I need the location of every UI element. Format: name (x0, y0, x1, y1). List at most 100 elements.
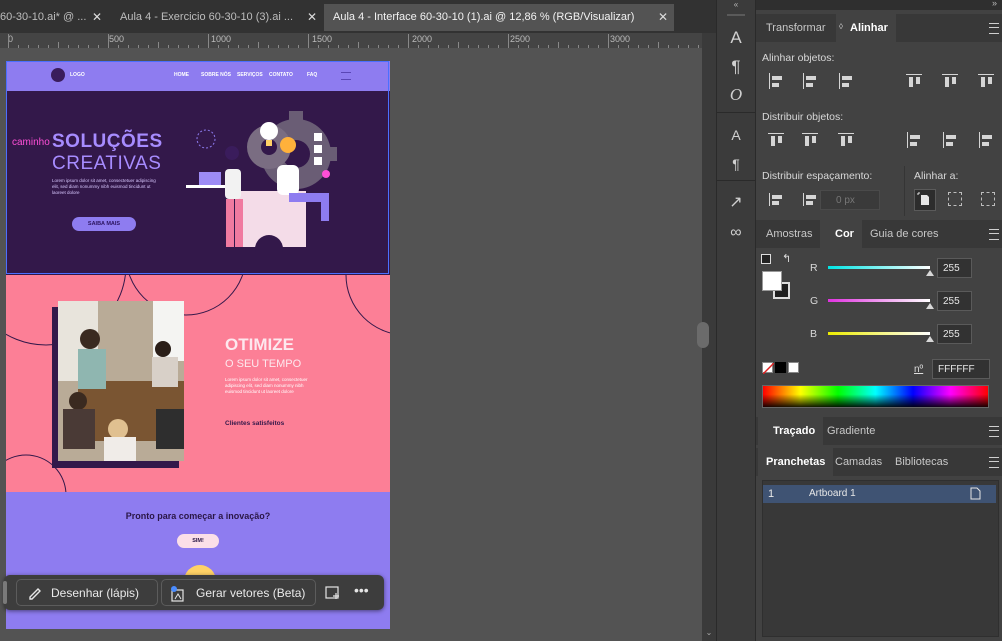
channel-slider[interactable] (828, 332, 930, 335)
distribute-hcenter-icon[interactable] (942, 132, 958, 148)
distribute-hspace-icon[interactable] (802, 191, 818, 207)
default-colors-icon[interactable] (761, 254, 771, 264)
close-icon[interactable]: ✕ (658, 4, 668, 31)
draw-pencil-label: Desenhar (lápis) (51, 586, 140, 600)
align-hcenter-icon[interactable] (802, 73, 818, 89)
distribute-right-icon[interactable] (978, 132, 994, 148)
tab-label: 60-30-10.ai* @ ... (0, 11, 87, 23)
tab-cor[interactable]: Cor (820, 220, 862, 248)
close-icon[interactable]: ✕ (92, 4, 102, 31)
none-swatch[interactable] (762, 362, 775, 375)
scrollbar-thumb[interactable] (697, 322, 709, 348)
distribute-top-icon[interactable] (768, 132, 784, 148)
collapse-icon[interactable]: » (992, 0, 997, 8)
sim-button[interactable]: SIM! (177, 534, 219, 548)
nav-faq: FAQ (307, 72, 318, 78)
nav-home: HOME (174, 72, 189, 78)
tab-exercicio[interactable]: Aula 4 - Exercicio 60-30-10 (3).ai ... ✕ (110, 4, 323, 31)
tab-label: Aula 4 - Interface 60-30-10 (1).ai @ 12,… (333, 11, 635, 23)
align-to-artboard-icon[interactable] (948, 192, 962, 206)
logo-circle (51, 68, 65, 82)
logo-text: LOGO (70, 72, 85, 78)
artboard-row[interactable]: 1 Artboard 1 (763, 485, 996, 503)
tab-transformar[interactable]: Transformar (758, 14, 834, 42)
drag-handle[interactable] (3, 581, 7, 604)
draw-pencil-button[interactable]: Desenhar (lápis) (16, 579, 158, 606)
ruler-tick (308, 34, 309, 48)
spacing-input[interactable]: 0 px (820, 190, 880, 210)
align-vcenter-icon[interactable] (942, 73, 958, 89)
tab-camadas[interactable]: Camadas (827, 448, 890, 476)
channel-slider[interactable] (828, 266, 930, 269)
scroll-down-arrow[interactable]: ⌄ (703, 628, 715, 638)
nav-sobre: SOBRE NÓS (201, 72, 232, 78)
fill-swatch[interactable] (762, 271, 782, 291)
right-panels: » Transformar Alinhar ◊ Alinhar objetos:… (755, 0, 1002, 641)
channel-input[interactable]: 255 (937, 291, 972, 311)
close-icon[interactable]: ✕ (307, 4, 317, 31)
tab-alinhar[interactable]: Alinhar (836, 14, 896, 42)
paragraph-icon[interactable]: ¶ (725, 56, 747, 78)
panel-menu-icon[interactable] (989, 426, 999, 437)
hero-body: Lorem ipsum dolor sit amet, consectetuer… (52, 178, 156, 195)
align-right-icon[interactable] (838, 73, 854, 89)
channel-label: G (810, 295, 819, 307)
export-icon[interactable]: ↗ (725, 192, 747, 214)
ruler-tick (608, 34, 609, 48)
saiba-mais-button[interactable]: SAIBA MAIS (72, 217, 136, 231)
distribute-objects-label: Distribuir objetos: (762, 111, 844, 123)
tab-60-30-10[interactable]: 60-30-10.ai* @ ... ✕ (0, 4, 108, 31)
character-icon[interactable]: A (725, 27, 747, 49)
distribute-bottom-icon[interactable] (838, 132, 854, 148)
ruler-tick (408, 34, 409, 48)
tab-bibliotecas[interactable]: Bibliotecas (887, 448, 956, 476)
channel-input[interactable]: 255 (937, 324, 972, 344)
align-panel-tabs: Transformar Alinhar ◊ (756, 14, 1002, 42)
hero-section: caminho SOLUÇÕES CREATIVAS Lorem ipsum d… (6, 91, 390, 275)
generate-vectors-button[interactable]: Gerar vetores (Beta) (161, 579, 316, 606)
channel-slider[interactable] (828, 299, 930, 302)
panel-menu-icon[interactable] (989, 229, 999, 240)
image-options-icon[interactable] (324, 584, 342, 602)
tab-tracado[interactable]: Traçado (758, 417, 824, 445)
distribute-vspace-icon[interactable] (768, 191, 784, 207)
opentype-icon[interactable]: O (725, 84, 747, 106)
ruler-label: 1000 (211, 34, 232, 44)
optimize-title: OTIMIZE (225, 335, 294, 354)
ruler-tick (208, 34, 209, 48)
black-swatch[interactable] (775, 362, 786, 373)
align-left-icon[interactable] (768, 73, 784, 89)
slider-knob[interactable] (926, 270, 934, 276)
white-swatch[interactable] (788, 362, 799, 373)
color-spectrum[interactable] (762, 385, 989, 408)
character-styles-icon[interactable]: A (725, 124, 747, 146)
panel-menu-icon[interactable] (989, 457, 999, 468)
tab-pranchetas[interactable]: Pranchetas (758, 448, 834, 476)
align-to-key-object-icon[interactable] (981, 192, 995, 206)
slider-knob[interactable] (926, 303, 934, 309)
horizontal-ruler[interactable]: 0 500 1000 1500 2000 2500 3000 (0, 33, 702, 49)
collapse-arrows-icon[interactable]: « (717, 0, 755, 10)
generate-vectors-label: Gerar vetores (Beta) (196, 586, 306, 600)
nav-servicos: SERVIÇOS (237, 72, 263, 78)
links-icon[interactable]: ∞ (725, 222, 747, 244)
more-options-icon[interactable]: ••• (354, 582, 369, 598)
channel-input[interactable]: 255 (937, 258, 972, 278)
swap-colors-icon[interactable]: ↰ (782, 252, 791, 265)
align-to-selection-button[interactable] (914, 189, 936, 211)
tab-interface-active[interactable]: Aula 4 - Interface 60-30-10 (1).ai @ 12,… (324, 4, 674, 31)
align-bottom-icon[interactable] (978, 73, 994, 89)
paragraph-styles-icon[interactable]: ¶ (725, 153, 747, 175)
tab-gradiente[interactable]: Gradiente (819, 417, 883, 445)
distribute-vcenter-icon[interactable] (802, 132, 818, 148)
slider-knob[interactable] (926, 336, 934, 342)
grip (727, 14, 745, 16)
tab-amostras[interactable]: Amostras (758, 220, 820, 248)
artboard-1[interactable]: LOGO HOME SOBRE NÓS SERVIÇOS CONTATO FAQ… (6, 61, 390, 629)
hex-input[interactable]: FFFFFF (932, 359, 990, 379)
distribute-left-icon[interactable] (906, 132, 922, 148)
tab-guia-de-cores[interactable]: Guia de cores (862, 220, 946, 248)
align-top-icon[interactable] (906, 73, 922, 89)
panel-menu-icon[interactable] (989, 23, 999, 34)
artboard-options-icon[interactable] (969, 487, 981, 500)
